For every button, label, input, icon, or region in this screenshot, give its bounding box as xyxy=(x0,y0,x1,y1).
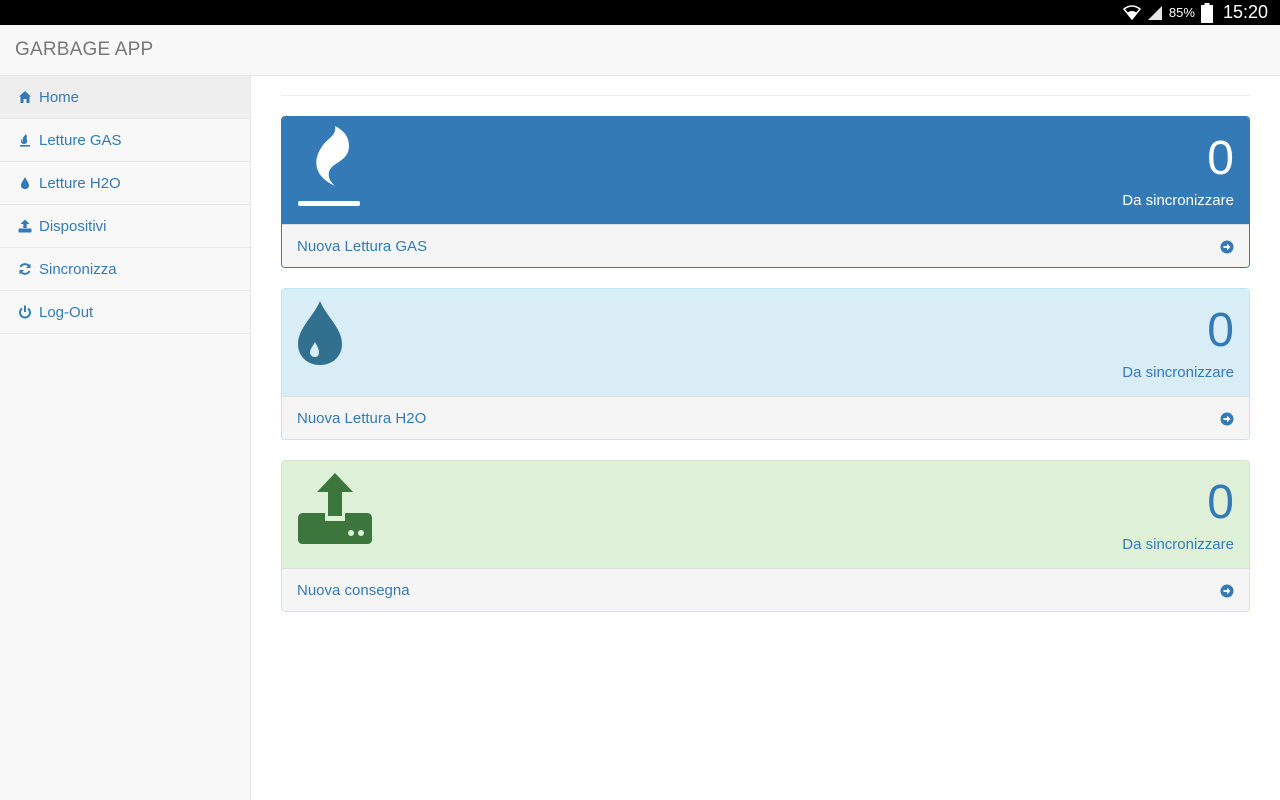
gas-count: 0 xyxy=(1207,132,1234,185)
status-clock: 15:20 xyxy=(1222,2,1268,22)
gas-new-reading-link[interactable]: Nuova Lettura GAS xyxy=(282,224,1249,267)
sidebar-item-label: Home xyxy=(39,88,80,106)
consegna-subtitle: Da sincronizzare xyxy=(1122,536,1234,553)
arrow-circle-right-icon xyxy=(1220,412,1234,425)
tint-icon xyxy=(18,176,32,190)
battery-percent: 85% xyxy=(1168,5,1195,20)
sidebar-item-label: Letture H2O xyxy=(39,174,121,192)
sidebar-item-label: Dispositivi xyxy=(39,217,107,235)
upload-icon xyxy=(18,219,32,233)
consegna-panel-heading: 0 Da sincronizzare xyxy=(282,461,1249,568)
sidebar-item-sincronizza[interactable]: Sincronizza xyxy=(0,248,250,291)
arrow-circle-right-icon xyxy=(1220,584,1234,597)
app-title[interactable]: GARBAGE APP xyxy=(15,39,153,61)
water-drop-icon xyxy=(298,301,342,365)
power-icon xyxy=(18,305,32,319)
h2o-new-reading-link[interactable]: Nuova Lettura H2O xyxy=(282,396,1249,439)
system-status-bar: 85% 15:20 xyxy=(0,0,1280,25)
home-icon xyxy=(18,90,32,104)
fire-icon xyxy=(18,133,32,147)
h2o-panel: 0 Da sincronizzare Nuova Lettura H2O xyxy=(281,288,1250,440)
h2o-count: 0 xyxy=(1207,304,1234,357)
battery-icon xyxy=(1200,2,1213,23)
sidebar-item-label: Log-Out xyxy=(39,303,94,321)
sidebar-item-letture-h2o[interactable]: Letture H2O xyxy=(0,162,250,205)
gas-panel-heading: 0 Da sincronizzare xyxy=(282,117,1249,224)
sidebar-item-label: Sincronizza xyxy=(39,260,117,278)
wifi-icon xyxy=(1122,4,1141,20)
h2o-subtitle: Da sincronizzare xyxy=(1122,364,1234,381)
gas-link-label: Nuova Lettura GAS xyxy=(297,238,428,255)
upload-tray-icon xyxy=(298,473,372,544)
sidebar-item-letture-gas[interactable]: Letture GAS xyxy=(0,119,250,162)
consegna-count: 0 xyxy=(1207,476,1234,529)
consegna-panel: 0 Da sincronizzare Nuova consegna xyxy=(281,460,1250,612)
consegna-link-label: Nuova consegna xyxy=(297,582,410,599)
sidebar-item-dispositivi[interactable]: Dispositivi xyxy=(0,205,250,248)
sidebar: Home Letture GAS Letture H2O Dispositivi… xyxy=(0,76,251,800)
refresh-icon xyxy=(18,262,32,276)
new-delivery-link[interactable]: Nuova consegna xyxy=(282,568,1249,611)
top-navbar: GARBAGE APP xyxy=(0,25,1280,76)
arrow-circle-right-icon xyxy=(1220,240,1234,253)
sidebar-item-label: Letture GAS xyxy=(39,131,122,149)
h2o-panel-heading: 0 Da sincronizzare xyxy=(282,289,1249,396)
h2o-link-label: Nuova Lettura H2O xyxy=(297,410,427,427)
sidebar-item-log-out[interactable]: Log-Out xyxy=(0,291,250,334)
sidebar-item-home[interactable]: Home xyxy=(0,76,250,119)
gas-subtitle: Da sincronizzare xyxy=(1122,192,1234,209)
signal-icon xyxy=(1147,5,1162,20)
gas-flame-icon xyxy=(298,126,360,206)
gas-panel: 0 Da sincronizzare Nuova Lettura GAS xyxy=(281,116,1250,268)
page-divider xyxy=(281,95,1250,96)
